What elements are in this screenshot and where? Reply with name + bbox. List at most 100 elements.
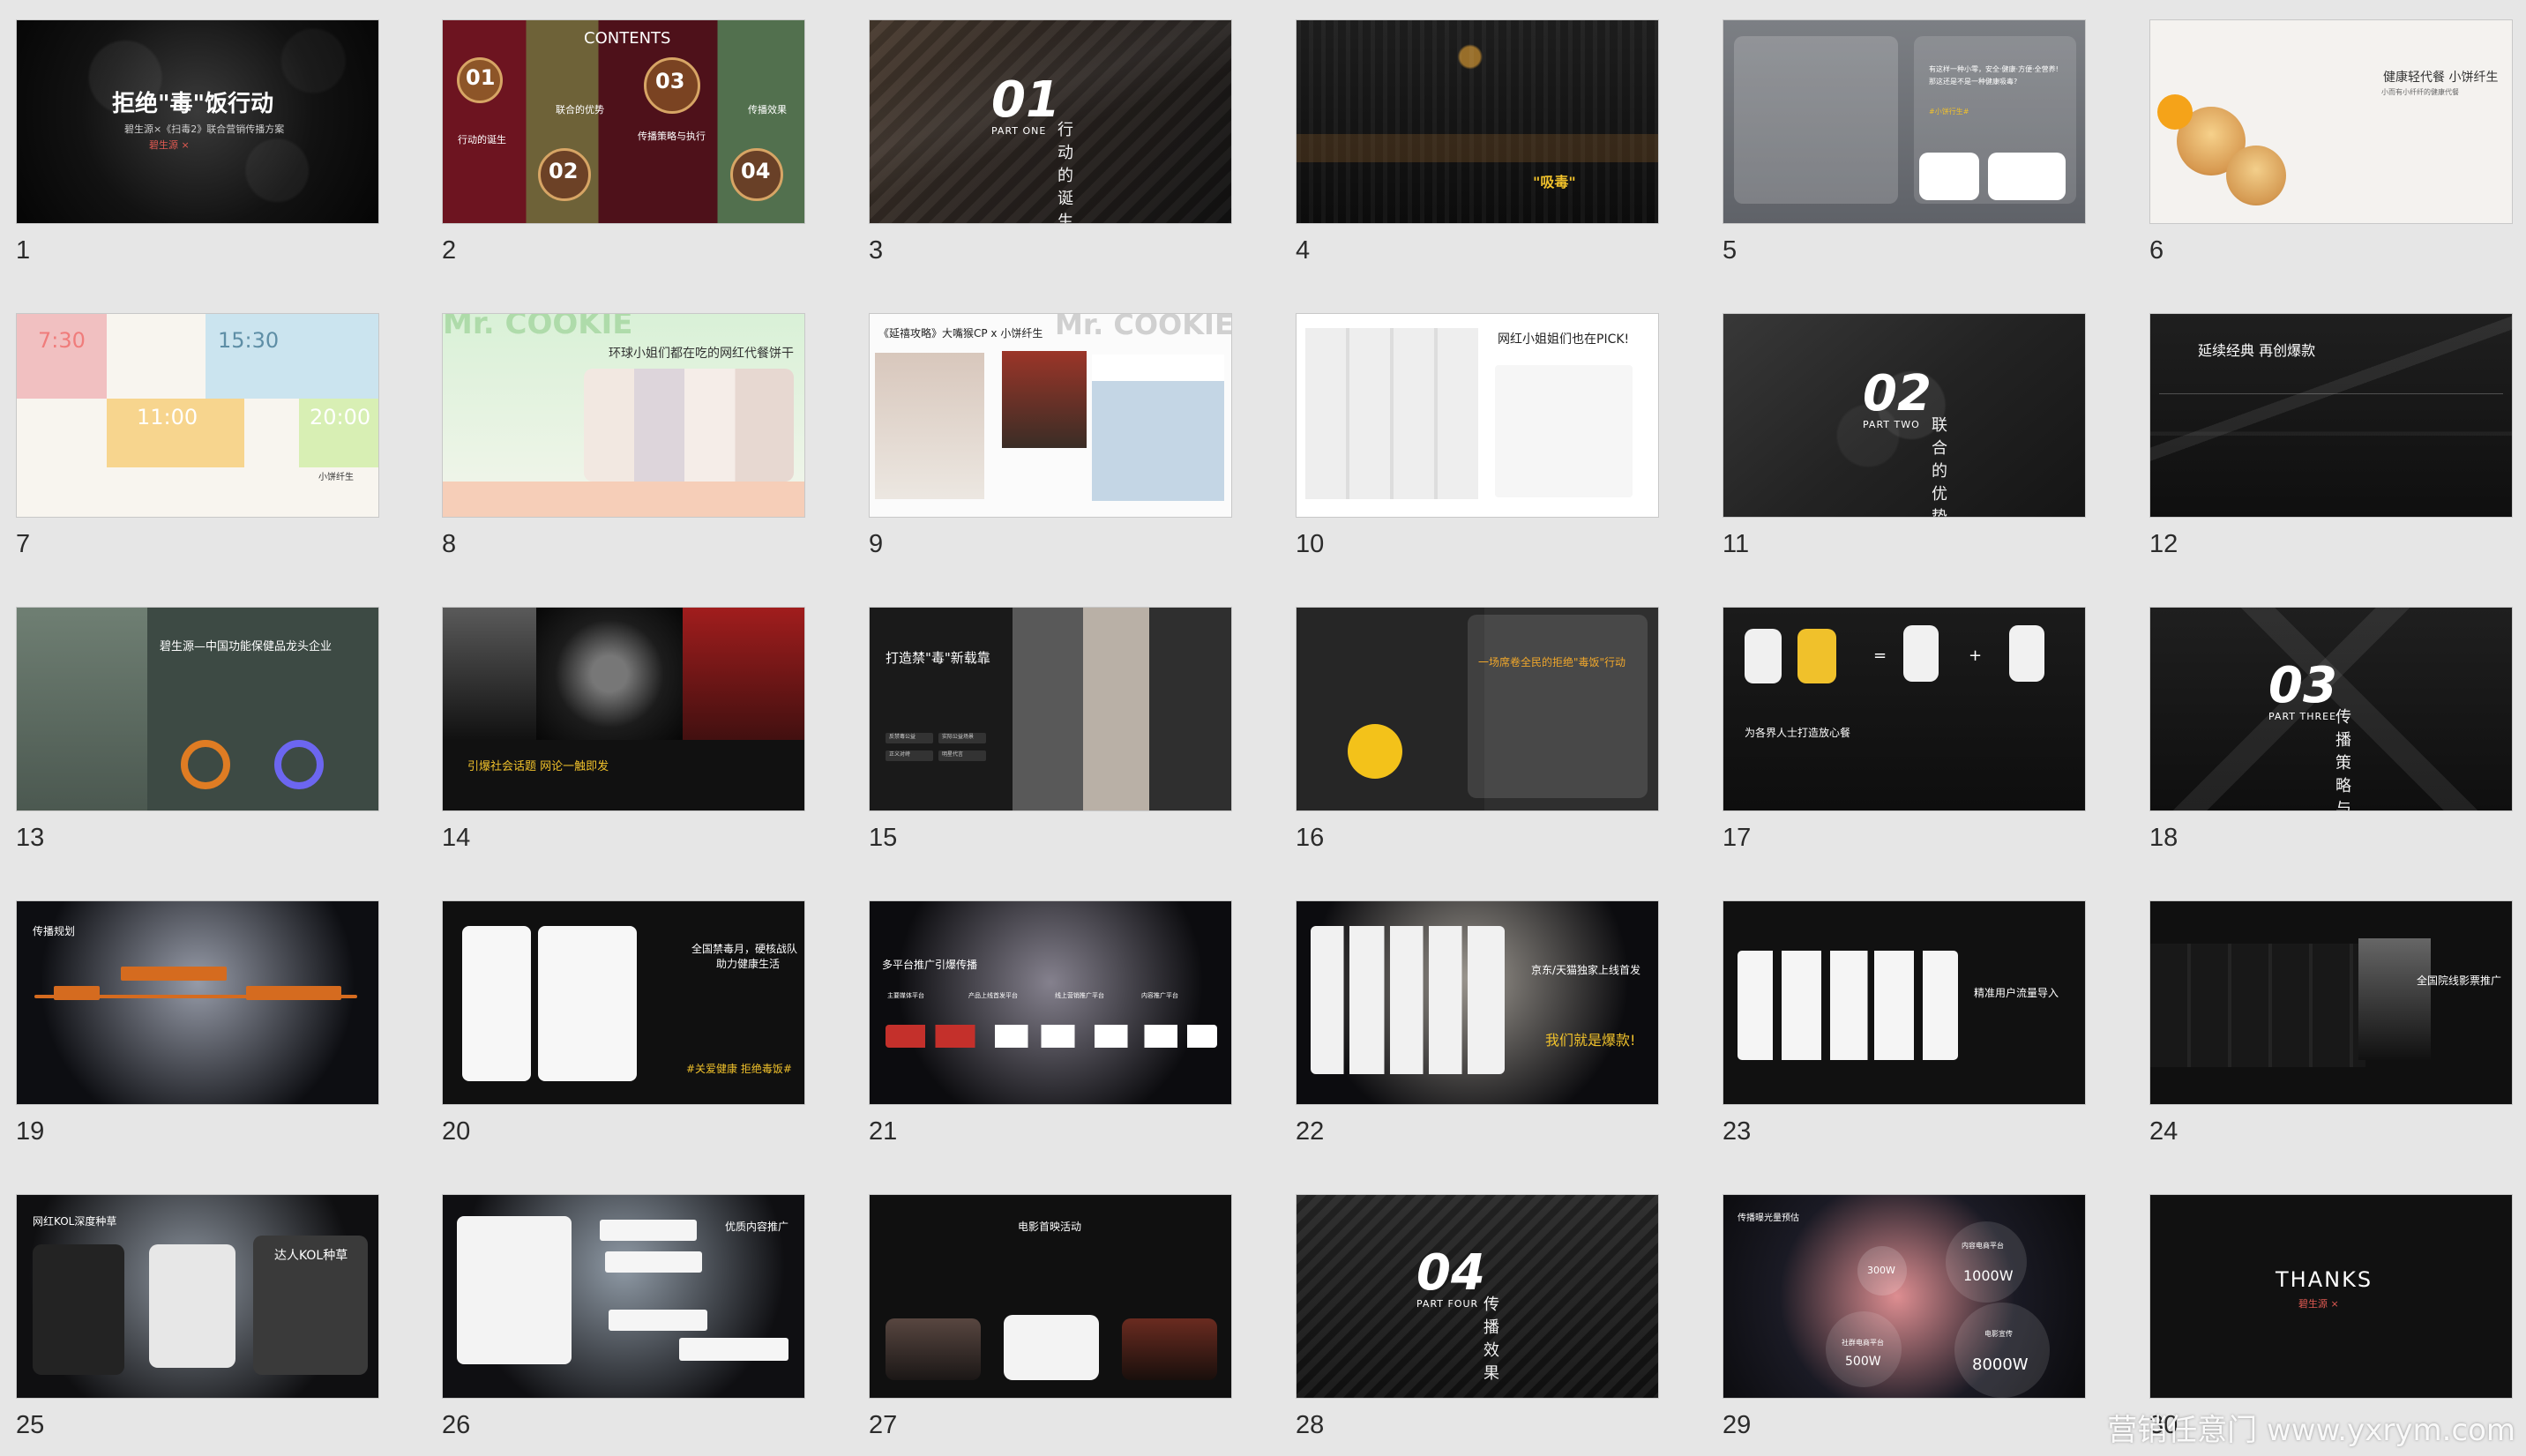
- slide-26-phone: [457, 1216, 572, 1364]
- slide-thumbnail-30[interactable]: THANKS 碧生源 × 30: [2149, 1194, 2513, 1439]
- slide-thumbnail-10[interactable]: 网红小姐姐们也在PICK! 10: [1296, 313, 1659, 558]
- slide-number-18: 18: [2149, 824, 2178, 852]
- slide-8-bg-brand: Mr. COOKIE: [443, 313, 633, 341]
- slide-5-headline: 有这样一种小零，安全·健康·方便·全营养!: [1929, 65, 2059, 73]
- slide-2-item-03-no: 03: [655, 69, 685, 93]
- slide-22-slogan: 我们就是爆款!: [1545, 1032, 1636, 1049]
- slide-number-17: 17: [1723, 824, 1752, 852]
- slide-19-milestone-3: [246, 986, 341, 1000]
- slide-thumbnail-20[interactable]: 全国禁毒月，硬核战队 助力健康生活 #关爱健康 拒绝毒饭# 20: [442, 900, 805, 1146]
- slide-2-item-02-no: 02: [549, 159, 579, 183]
- slide-27-photo-right: [1122, 1318, 1217, 1380]
- slide-thumbnail-2[interactable]: CONTENTS 01 行动的诞生 联合的优势 02 03 传播策略与执行 传播…: [442, 19, 805, 265]
- slide-thumbnail-21[interactable]: 多平台推广引爆传播 主要媒体平台 产品上线首发平台 线上营销推广平台 内容推广平…: [869, 900, 1232, 1146]
- slide-number-8: 8: [442, 530, 457, 558]
- slide-29-bubble-value-1: 1000W: [1963, 1267, 2014, 1284]
- slide-28-part-heading: 04 PART FOUR 传播效果: [1416, 1244, 1499, 1383]
- slide-7-panel-pink: [17, 314, 107, 399]
- slide-26-card-1: [600, 1220, 697, 1241]
- slide-14-preview: 引爆社会话题 网论一触即发: [442, 607, 805, 811]
- slide-thumbnail-19[interactable]: 传播规划 19: [16, 900, 379, 1146]
- slide-thumbnail-27[interactable]: 电影首映活动 27: [869, 1194, 1232, 1439]
- slide-8-title: 环球小姐们都在吃的网红代餐饼干: [609, 347, 794, 361]
- slide-number-2: 2: [442, 236, 457, 265]
- slide-19-milestone-2: [121, 967, 227, 981]
- slide-thumbnail-26[interactable]: 优质内容推广 26: [442, 1194, 805, 1439]
- slide-thumbnail-3[interactable]: 01 PART ONE 行动的诞生 3: [869, 19, 1232, 265]
- slide-thumbnail-6[interactable]: 健康轻代餐 小饼纤生 小而有小纤纤的健康代餐 6: [2149, 19, 2513, 265]
- slide-thumbnail-16[interactable]: 一场席卷全民的拒绝"毒饭"行动 16: [1296, 607, 1659, 852]
- slide-14-photo-right: [683, 608, 804, 740]
- slide-number-22: 22: [1296, 1117, 1325, 1146]
- slide-thumbnail-24[interactable]: 全国院线影票推广 24: [2149, 900, 2513, 1146]
- slide-thumbnail-12[interactable]: 延续经典 再创爆款 12: [2149, 313, 2513, 558]
- slide-number-11: 11: [1723, 530, 1750, 558]
- slide-28-part-no: 04: [1416, 1244, 1485, 1302]
- slide-thumbnail-11[interactable]: 02 PART TWO 联合的优势 11: [1723, 313, 2086, 558]
- slide-20-phone-1: [462, 926, 531, 1081]
- slide-thumbnail-18[interactable]: 03 PART THREE 传播策略与执行 18: [2149, 607, 2513, 852]
- slide-29-bubble-label-2: 电影宣传: [1984, 1330, 2013, 1338]
- slide-18-part-no: 03: [2268, 657, 2337, 714]
- slide-11-part-heading: 02 PART TWO 联合的优势: [1863, 365, 1947, 517]
- slide-thumbnail-29[interactable]: 传播曝光量预估 内容电商平台 1000W 电影宣传 8000W 社群电商平台 5…: [1723, 1194, 2086, 1439]
- slide-13-left-photo: [17, 608, 147, 810]
- slide-9-bg-brand: Mr. COOKIE: [1055, 313, 1232, 341]
- slide-15-tag-text-4: 明星代言: [942, 751, 964, 758]
- slide-11-preview: 02 PART TWO 联合的优势: [1723, 313, 2086, 518]
- slide-thumbnail-1[interactable]: 拒绝"毒"饭行动 碧生源×《扫毒2》联合营销传播方案 碧生源 × 1: [16, 19, 379, 265]
- slide-6-title: 健康轻代餐 小饼纤生: [2383, 71, 2499, 85]
- slide-thumbnail-14[interactable]: 引爆社会话题 网论一触即发 14: [442, 607, 805, 852]
- site-watermark: 营销任意门 www.yxrym.com: [2107, 1413, 2515, 1448]
- slide-12-title: 延续经典 再创爆款: [2198, 342, 2316, 359]
- slide-thumbnail-28[interactable]: 04 PART FOUR 传播效果 28: [1296, 1194, 1659, 1439]
- slide-number-20: 20: [442, 1117, 471, 1146]
- slide-2-item-01-no: 01: [466, 65, 496, 90]
- slide-10-photo-grid: [1305, 328, 1478, 499]
- slide-thumbnail-13[interactable]: 碧生源—中国功能保健品龙头企业 13: [16, 607, 379, 852]
- slide-thumbnail-8[interactable]: Mr. COOKIE 环球小姐们都在吃的网红代餐饼干 8: [442, 313, 805, 558]
- slide-30-brand: 碧生源 ×: [2298, 1298, 2339, 1310]
- slide-29-bubble-3: [1826, 1311, 1902, 1387]
- slide-22-phones: [1311, 926, 1505, 1074]
- slide-22-preview: 京东/天猫独家上线首发 我们就是爆款!: [1296, 900, 1659, 1105]
- slide-thumbnail-22[interactable]: 京东/天猫独家上线首发 我们就是爆款! 22: [1296, 900, 1659, 1146]
- slide-number-19: 19: [16, 1117, 45, 1146]
- slide-7-time-3: 11:00: [137, 405, 198, 429]
- slide-12-line: [2159, 393, 2503, 394]
- slide-thumbnail-9[interactable]: 《延禧攻略》大嘴猴CP x 小饼纤生 Mr. COOKIE 9: [869, 313, 1232, 558]
- slide-29-title: 传播曝光量预估: [1738, 1213, 1799, 1223]
- slide-thumbnail-15[interactable]: 打造禁"毒"新载靠 反禁毒公益 实际公益场景 正义对峙 明星代言 15: [869, 607, 1232, 852]
- slide-20-hashtag: #关爱健康 拒绝毒饭#: [686, 1063, 792, 1075]
- slide-7-time-1: 7:30: [38, 328, 86, 353]
- slide-number-12: 12: [2149, 530, 2178, 558]
- slide-4-scene: [1297, 20, 1658, 223]
- slide-thumbnail-25[interactable]: 网红KOL深度种草 达人KOL种草 25: [16, 1194, 379, 1439]
- slide-5-product-card-2: [1988, 153, 2066, 200]
- slide-20-title: 全国禁毒月，硬核战队: [691, 943, 798, 955]
- slide-27-photo-left: [886, 1318, 981, 1380]
- slide-3-part-heading: 01 PART ONE 行动的诞生: [991, 71, 1073, 223]
- slide-25-feature-card: [149, 1244, 235, 1368]
- slide-1-preview: 拒绝"毒"饭行动 碧生源×《扫毒2》联合营销传播方案 碧生源 ×: [16, 19, 379, 224]
- slide-28-part-en: PART FOUR: [1416, 1298, 1479, 1310]
- slide-thumbnail-23[interactable]: 精准用户流量导入 23: [1723, 900, 2086, 1146]
- slide-number-29: 29: [1723, 1411, 1752, 1439]
- slide-29-bubble-1: [1946, 1221, 2027, 1303]
- slide-sorter-grid: 拒绝"毒"饭行动 碧生源×《扫毒2》联合营销传播方案 碧生源 × 1 CONTE…: [0, 0, 2526, 1456]
- slide-19-milestone-1: [54, 986, 100, 1000]
- slide-8-preview: Mr. COOKIE 环球小姐们都在吃的网红代餐饼干: [442, 313, 805, 518]
- slide-12-preview: 延续经典 再创爆款: [2149, 313, 2513, 518]
- slide-29-bubble-value-3: 500W: [1845, 1355, 1881, 1369]
- slide-thumbnail-4[interactable]: "吸毒" 4: [1296, 19, 1659, 265]
- slide-thumbnail-7[interactable]: 7:30 15:30 11:00 20:00 小饼纤生 7: [16, 313, 379, 558]
- slide-thumbnail-5[interactable]: 有这样一种小零，安全·健康·方便·全营养! 那这还是不是一种健康吸毒? #小饼行…: [1723, 19, 2086, 265]
- slide-15-title: 打造禁"毒"新载靠: [886, 650, 990, 666]
- slide-thumbnail-17[interactable]: = + 为各界人士打造放心餐 17: [1723, 607, 2086, 852]
- slide-7-panel-blue: [206, 314, 378, 399]
- slide-number-6: 6: [2149, 236, 2164, 265]
- slide-9-title: 《延禧攻略》大嘴猴CP x 小饼纤生: [878, 327, 1043, 340]
- slide-28-part-label: 传播效果: [1483, 1295, 1499, 1383]
- slide-1-brand: 碧生源 ×: [149, 139, 190, 151]
- slide-18-part-en: PART THREE: [2268, 711, 2337, 722]
